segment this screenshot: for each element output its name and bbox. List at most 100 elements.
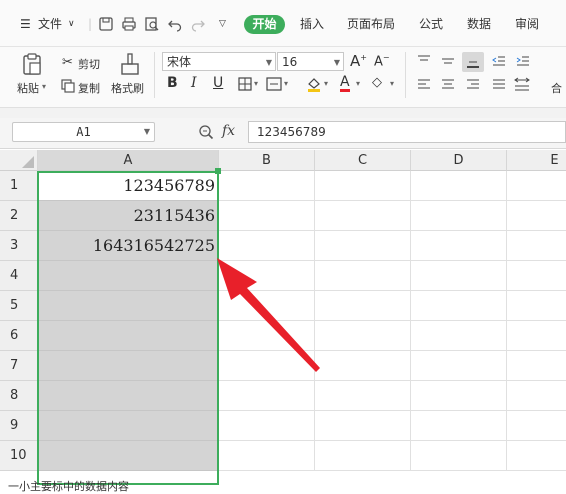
cell[interactable] — [315, 291, 411, 321]
formula-input[interactable]: 123456789 — [248, 121, 566, 143]
increase-font-icon[interactable]: A+ — [350, 52, 367, 70]
row-header[interactable]: 1 — [0, 171, 38, 201]
clear-format-icon[interactable]: ◇ — [372, 75, 382, 90]
cell[interactable] — [411, 291, 507, 321]
tab-formulas[interactable]: 公式 — [419, 14, 443, 34]
cell[interactable] — [315, 441, 411, 471]
row-header[interactable]: 2 — [0, 201, 38, 231]
redo-icon[interactable] — [190, 16, 206, 32]
row-header[interactable]: 5 — [0, 291, 38, 321]
cell-a[interactable] — [38, 291, 219, 321]
row-header[interactable]: 7 — [0, 351, 38, 381]
column-header-d[interactable]: D — [411, 150, 507, 171]
format-painter-button[interactable]: 格式刷 — [111, 80, 144, 96]
print-icon[interactable] — [121, 16, 137, 32]
chevron-down-icon[interactable]: ▾ — [284, 79, 288, 88]
align-right-icon[interactable] — [466, 79, 480, 91]
cell[interactable] — [507, 441, 566, 471]
cell-a[interactable]: 164316542725 — [38, 231, 219, 261]
cell[interactable] — [411, 321, 507, 351]
file-menu[interactable]: 文件 — [38, 14, 62, 34]
cell[interactable] — [507, 351, 566, 381]
cell[interactable] — [315, 351, 411, 381]
cell[interactable] — [411, 231, 507, 261]
select-all-corner[interactable] — [0, 150, 38, 171]
row-header[interactable]: 10 — [0, 441, 38, 471]
distributed-align-icon[interactable] — [514, 77, 530, 91]
zoom-search-icon[interactable] — [198, 124, 214, 140]
chevron-down-icon[interactable]: ∨ — [68, 14, 75, 34]
borders-icon[interactable] — [238, 77, 252, 91]
save-icon[interactable] — [98, 16, 114, 32]
cell[interactable] — [315, 411, 411, 441]
align-center-icon[interactable] — [441, 79, 455, 91]
align-left-icon[interactable] — [417, 79, 431, 91]
cell[interactable] — [411, 351, 507, 381]
cell[interactable] — [219, 171, 315, 201]
row-header[interactable]: 3 — [0, 231, 38, 261]
row-header[interactable]: 8 — [0, 381, 38, 411]
cell[interactable] — [315, 171, 411, 201]
cell[interactable] — [411, 411, 507, 441]
cell[interactable] — [219, 381, 315, 411]
paste-icon[interactable] — [21, 52, 43, 76]
tab-review[interactable]: 审阅 — [515, 14, 539, 34]
merge-center-button[interactable]: 合 — [551, 80, 562, 96]
customize-dropdown-icon[interactable]: ▽ — [219, 14, 226, 34]
undo-icon[interactable] — [167, 16, 183, 32]
bold-icon[interactable]: B — [167, 75, 178, 91]
cell[interactable] — [507, 261, 566, 291]
column-header-b[interactable]: B — [219, 150, 315, 171]
hamburger-icon[interactable]: ☰ — [20, 14, 31, 34]
cell[interactable] — [411, 261, 507, 291]
cell[interactable] — [507, 291, 566, 321]
cell-a[interactable] — [38, 321, 219, 351]
cell[interactable] — [315, 231, 411, 261]
tab-page-layout[interactable]: 页面布局 — [347, 14, 395, 34]
align-middle-icon[interactable] — [441, 55, 455, 67]
cell[interactable] — [219, 411, 315, 441]
font-name-select[interactable]: 宋体 ▼ — [162, 52, 276, 71]
cell[interactable] — [507, 321, 566, 351]
active-cell[interactable]: 123456789 — [38, 171, 219, 201]
cell[interactable] — [315, 201, 411, 231]
font-color-icon[interactable]: A — [340, 75, 350, 92]
paste-button[interactable]: 粘贴 — [17, 80, 39, 96]
cell[interactable] — [411, 171, 507, 201]
cell[interactable] — [315, 261, 411, 291]
underline-icon[interactable]: U — [213, 75, 223, 91]
row-header[interactable]: 6 — [0, 321, 38, 351]
cell[interactable] — [411, 201, 507, 231]
tab-home[interactable]: 开始 — [244, 15, 285, 34]
chevron-down-icon[interactable]: ▼ — [144, 123, 150, 141]
fill-color-icon[interactable] — [306, 76, 322, 92]
name-box[interactable]: A1 ▼ — [12, 122, 155, 142]
cell[interactable] — [315, 381, 411, 411]
cell[interactable] — [507, 201, 566, 231]
merge-cells-icon[interactable] — [266, 77, 282, 91]
print-preview-icon[interactable] — [144, 16, 160, 32]
cell[interactable] — [507, 411, 566, 441]
justify-icon[interactable] — [492, 79, 506, 91]
tab-insert[interactable]: 插入 — [300, 14, 324, 34]
align-top-icon[interactable] — [417, 55, 431, 67]
cell-a[interactable] — [38, 351, 219, 381]
cell[interactable] — [411, 381, 507, 411]
italic-icon[interactable]: I — [191, 75, 197, 91]
column-header-e[interactable]: E — [507, 150, 566, 171]
font-size-select[interactable]: 16 ▼ — [277, 52, 344, 71]
cell-a[interactable]: 23115436 — [38, 201, 219, 231]
decrease-font-icon[interactable]: A− — [374, 53, 390, 69]
decrease-indent-icon[interactable] — [492, 55, 506, 67]
chevron-down-icon[interactable]: ▾ — [356, 79, 360, 88]
increase-indent-icon[interactable] — [516, 55, 530, 67]
column-header-a[interactable]: A — [38, 150, 219, 171]
cell[interactable] — [507, 231, 566, 261]
chevron-down-icon[interactable]: ▾ — [254, 79, 258, 88]
cell-a[interactable] — [38, 261, 219, 291]
row-header[interactable]: 4 — [0, 261, 38, 291]
cut-button[interactable]: 剪切 — [78, 56, 100, 72]
tab-data[interactable]: 数据 — [467, 14, 491, 34]
paste-dropdown-icon[interactable]: ▾ — [42, 82, 46, 91]
fx-icon[interactable]: fx — [222, 123, 235, 139]
